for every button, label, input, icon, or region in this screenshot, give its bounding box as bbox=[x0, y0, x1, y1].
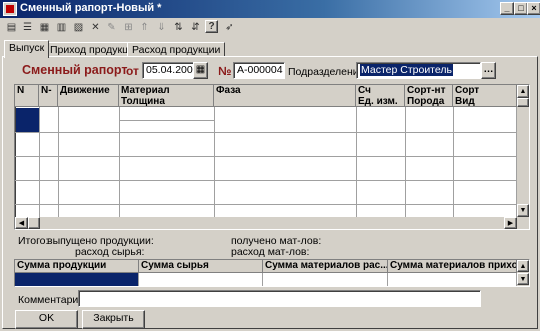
title-bar: Сменный рапорт-Новый * _ □ × bbox=[0, 0, 540, 18]
close-button[interactable]: × bbox=[527, 2, 540, 15]
totals-header-raw[interactable]: Сумма сырья bbox=[139, 260, 263, 273]
column-header-grade[interactable]: Сорт Вид bbox=[453, 85, 517, 107]
document-title: Сменный рапорт bbox=[22, 63, 128, 77]
totals-cell-materials-out[interactable] bbox=[263, 273, 388, 286]
end-edit-row-icon[interactable]: ⊞ bbox=[121, 20, 136, 35]
delete-row-icon[interactable]: ✕ bbox=[88, 20, 103, 35]
totals-scroll-up[interactable]: ▲ bbox=[517, 260, 529, 272]
maximize-button[interactable]: □ bbox=[514, 2, 528, 15]
close-form-button[interactable]: Закрыть bbox=[82, 310, 145, 329]
scroll-left-button[interactable]: ◀ bbox=[15, 217, 28, 229]
tab-output[interactable]: Выпуск bbox=[4, 40, 50, 58]
column-header-grade-nt[interactable]: Сорт-нт Порода bbox=[405, 85, 453, 107]
window-title: Сменный рапорт-Новый * bbox=[20, 2, 162, 14]
toolbar: ▤ ☰ ▦ ▥ ▨ ✕ ✎ ⊞ ⇑ ⇓ ⇅ ⇵ ? ➶ bbox=[0, 18, 540, 38]
totals-scrollbar[interactable]: ▲ ▼ bbox=[517, 260, 529, 286]
raw-consumption-label: расход сырья: bbox=[75, 246, 145, 258]
division-field[interactable]: Мастер Строитель bbox=[356, 62, 481, 79]
totals-table[interactable]: Сумма продукции Сумма сырья Сумма матери… bbox=[14, 259, 530, 287]
tab-product-expense[interactable]: Расход продукции bbox=[127, 42, 226, 57]
totals-header-materials-out[interactable]: Сумма материалов рас... bbox=[263, 260, 388, 273]
totals-scroll-down[interactable]: ▼ bbox=[517, 273, 529, 285]
scroll-up-button[interactable]: ▲ bbox=[517, 85, 529, 98]
totals-label: Итого: bbox=[18, 235, 49, 247]
sort-desc-icon[interactable]: ⇵ bbox=[188, 20, 203, 35]
list-icon[interactable]: ☰ bbox=[20, 20, 35, 35]
column-header-movement[interactable]: Движение bbox=[58, 85, 119, 107]
grid-horizontal-scrollbar[interactable]: ◀ ▶ bbox=[15, 217, 529, 229]
calendar-icon: ▦ bbox=[195, 64, 206, 75]
scroll-down-button[interactable]: ▼ bbox=[517, 204, 529, 217]
number-label: № bbox=[218, 64, 232, 78]
add-row-icon[interactable]: ▦ bbox=[37, 20, 52, 35]
column-header-account[interactable]: Сч Ед. изм. bbox=[356, 85, 405, 107]
ok-button[interactable]: OK bbox=[15, 310, 78, 329]
calendar-button[interactable]: ▦ bbox=[193, 62, 208, 79]
scroll-thumb[interactable] bbox=[517, 98, 529, 107]
totals-cell-products[interactable] bbox=[15, 273, 139, 286]
date-field[interactable]: 05.04.2007 bbox=[142, 62, 194, 79]
move-up-icon[interactable]: ⇑ bbox=[137, 20, 152, 35]
comment-field[interactable] bbox=[78, 290, 481, 307]
column-header-n2[interactable]: N- bbox=[39, 85, 58, 107]
copy-row-icon[interactable]: ▥ bbox=[54, 20, 69, 35]
column-header-n[interactable]: N bbox=[15, 85, 39, 107]
sort-asc-icon[interactable]: ⇅ bbox=[171, 20, 186, 35]
pointer-help-icon[interactable]: ➶ bbox=[222, 20, 237, 35]
app-icon[interactable] bbox=[3, 2, 17, 16]
output-table[interactable]: N N- Движение Материал Толщина Фаза Сч Е… bbox=[14, 84, 530, 230]
column-header-material[interactable]: Материал Толщина bbox=[119, 85, 214, 107]
totals-cell-raw[interactable] bbox=[139, 273, 263, 286]
end-edit-icon[interactable]: ✎ bbox=[104, 20, 119, 35]
help-icon[interactable]: ? bbox=[205, 20, 218, 33]
division-select-button[interactable]: … bbox=[481, 62, 496, 79]
materials-consumed-label: расход мат-лов: bbox=[231, 246, 310, 258]
comment-label: Комментарий: bbox=[18, 294, 88, 306]
totals-header-materials-in[interactable]: Сумма материалов приход bbox=[388, 260, 517, 273]
totals-cell-materials-in[interactable] bbox=[388, 273, 517, 286]
totals-header-products[interactable]: Сумма продукции bbox=[15, 260, 139, 273]
number-field[interactable]: А-000004 bbox=[233, 62, 285, 79]
division-value: Мастер Строитель bbox=[360, 64, 453, 76]
copy-icon[interactable]: ▤ bbox=[4, 20, 19, 35]
selected-row-marker[interactable] bbox=[16, 108, 40, 132]
move-down-icon[interactable]: ⇓ bbox=[154, 20, 169, 35]
edit-row-icon[interactable]: ▨ bbox=[71, 20, 86, 35]
date-label: от bbox=[126, 64, 139, 78]
minimize-button[interactable]: _ bbox=[500, 2, 514, 15]
grid-vertical-scrollbar[interactable]: ▲ ▼ bbox=[517, 85, 529, 217]
scroll-h-thumb[interactable] bbox=[28, 217, 40, 229]
column-header-phase[interactable]: Фаза bbox=[214, 85, 356, 107]
scroll-right-button[interactable]: ▶ bbox=[504, 217, 517, 229]
